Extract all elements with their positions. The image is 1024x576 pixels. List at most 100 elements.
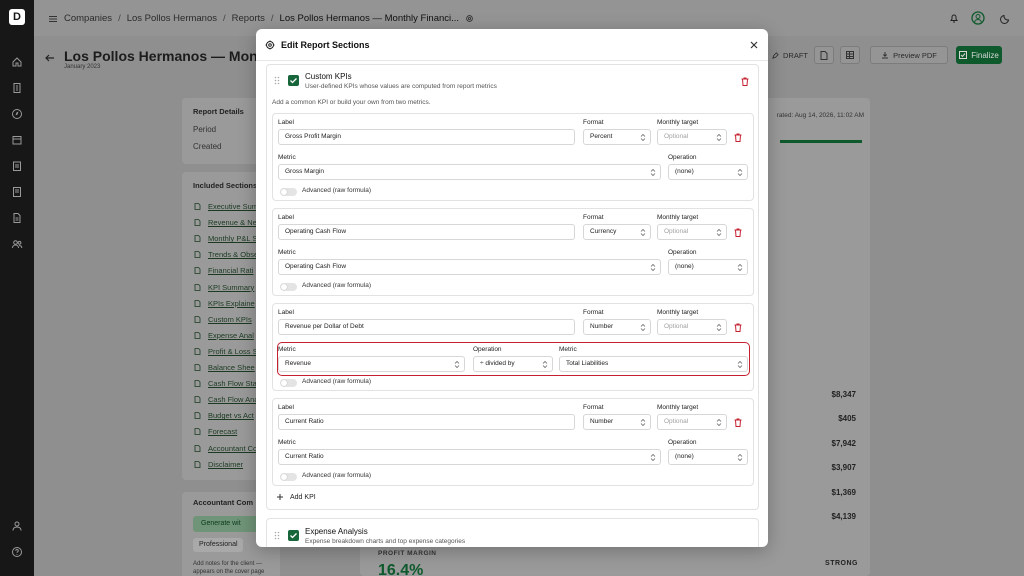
included-section-link[interactable]: Cash Flow Sta [208,379,257,388]
kpi-label-input[interactable]: Operating Cash Flow [278,224,575,240]
monthly-target-input[interactable]: Optional [657,224,727,240]
included-sections-heading: Included Sections [193,181,258,190]
included-section-link[interactable]: Revenue & Ne [208,218,257,227]
included-section-link[interactable]: Disclaimer [208,460,243,469]
advanced-label: Advanced (raw formula) [302,282,371,289]
trash-icon[interactable] [734,323,742,332]
book-icon[interactable] [11,186,23,198]
add-kpi-button[interactable]: Add KPI [276,493,316,501]
second-metric-select[interactable]: Total Liabilities [559,356,748,372]
kpi-label-input[interactable]: Revenue per Dollar of Debt [278,319,575,335]
modal-header: Edit Report Sections [256,29,768,61]
format-select[interactable]: Number [583,319,651,335]
included-section-link[interactable]: Monthly P&L S [208,234,257,243]
included-section-link[interactable]: Trends & Obse [208,250,258,259]
home-icon[interactable] [11,56,23,68]
advanced-toggle[interactable] [280,379,297,387]
drag-handle-icon[interactable] [274,531,280,540]
advanced-toggle[interactable] [280,473,297,481]
amount-value: $8,347 [831,390,856,399]
breadcrumb-companies[interactable]: Companies [64,13,112,24]
document-icon [194,219,201,226]
monthly-target-input[interactable]: Optional [657,319,727,335]
app-logo[interactable]: D [9,9,25,25]
included-section-link[interactable]: Executive Sum [208,202,258,211]
monthly-target-placeholder: Optional [664,323,689,330]
operation-select[interactable]: (none) [668,449,748,465]
kpi-label-input[interactable]: Gross Profit Margin [278,129,575,145]
users-icon[interactable] [11,238,23,250]
included-section-link[interactable]: Financial Rati [208,266,253,275]
trash-icon[interactable] [741,77,749,86]
format-select[interactable]: Percent [583,129,651,145]
breadcrumb: Companies / Los Pollos Hermanos / Report… [48,13,474,24]
included-section-link[interactable]: Custom KPIs [208,315,252,324]
building-icon[interactable] [11,82,23,94]
calendar-icon[interactable] [11,134,23,146]
trash-icon[interactable] [734,133,742,142]
included-section-link[interactable]: Accountant Co [208,444,257,453]
stepper-icon[interactable] [716,418,722,427]
document-icon [194,380,201,387]
trash-icon[interactable] [734,418,742,427]
included-section-link[interactable]: Budget vs Act [208,411,254,420]
included-section-link[interactable]: Forecast [208,427,237,436]
format-select[interactable]: Number [583,414,651,430]
modal-body[interactable]: Custom KPIs User-defined KPIs whose valu… [256,62,768,547]
included-section-link[interactable]: KPI Summary [208,283,254,292]
advanced-toggle[interactable] [280,188,297,196]
breadcrumb-company[interactable]: Los Pollos Hermanos [127,13,217,24]
included-section-link[interactable]: KPIs Explaine [208,299,255,308]
report-details-heading: Report Details [193,107,244,116]
monthly-target-input[interactable]: Optional [657,414,727,430]
kpi-label-input[interactable]: Current Ratio [278,414,575,430]
expense-analysis-checkbox[interactable] [288,530,299,541]
monthly-target-input[interactable]: Optional [657,129,727,145]
monthly-target-placeholder: Optional [664,228,689,235]
gear-icon[interactable] [465,14,474,23]
notes-placeholder[interactable]: Add notes for the client — appears on th… [193,560,278,576]
advanced-toggle[interactable] [280,283,297,291]
user-icon[interactable] [11,520,23,532]
operation-select[interactable]: (none) [668,259,748,275]
stepper-icon[interactable] [716,323,722,332]
metric-select[interactable]: Gross Margin [278,164,661,180]
format-select[interactable]: Currency [583,224,651,240]
tab-professional[interactable]: Professional [193,538,243,552]
compass-icon[interactable] [11,108,23,120]
operation-select[interactable]: ÷ divided by [473,356,553,372]
breadcrumb-reports[interactable]: Reports [232,13,265,24]
document-icon [194,299,201,307]
metric-select[interactable]: Revenue [278,356,465,372]
included-section-link[interactable]: Expense Anal [208,331,254,340]
select-chevron-icon [737,263,743,272]
stepper-icon[interactable] [716,133,722,142]
trash-icon[interactable] [734,228,742,237]
operation-select[interactable]: (none) [668,164,748,180]
document-icon[interactable] [11,212,23,224]
preview-pdf-button[interactable]: Preview PDF [870,46,948,64]
bell-icon[interactable] [948,12,960,24]
account-avatar-icon[interactable] [971,11,985,25]
menu-icon[interactable] [48,14,58,24]
help-icon[interactable] [11,546,23,558]
clipboard-icon[interactable] [11,160,23,172]
included-section-link[interactable]: Cash Flow Ana [208,395,258,404]
included-section-link[interactable]: Balance Shee [208,363,255,372]
metric-select[interactable]: Operating Cash Flow [278,259,661,275]
amount-value: $4,139 [831,512,856,521]
export-sheet-button[interactable] [840,46,860,64]
finalize-button[interactable]: Finalize [956,46,1002,64]
document-icon [194,444,201,452]
metric-select[interactable]: Current Ratio [278,449,661,465]
custom-kpis-checkbox[interactable] [288,75,299,86]
included-section-link[interactable]: Profit & Loss S [208,347,258,356]
drag-handle-icon[interactable] [274,76,280,85]
kpi-card: Label Operating Cash Flow Format Currenc… [272,208,754,296]
back-arrow-icon[interactable] [44,52,56,64]
close-icon[interactable] [750,41,758,49]
accountant-comment-heading: Accountant Com [193,498,253,507]
moon-icon[interactable] [1000,12,1012,24]
stepper-icon[interactable] [716,228,722,237]
export-doc-button[interactable] [814,46,834,64]
